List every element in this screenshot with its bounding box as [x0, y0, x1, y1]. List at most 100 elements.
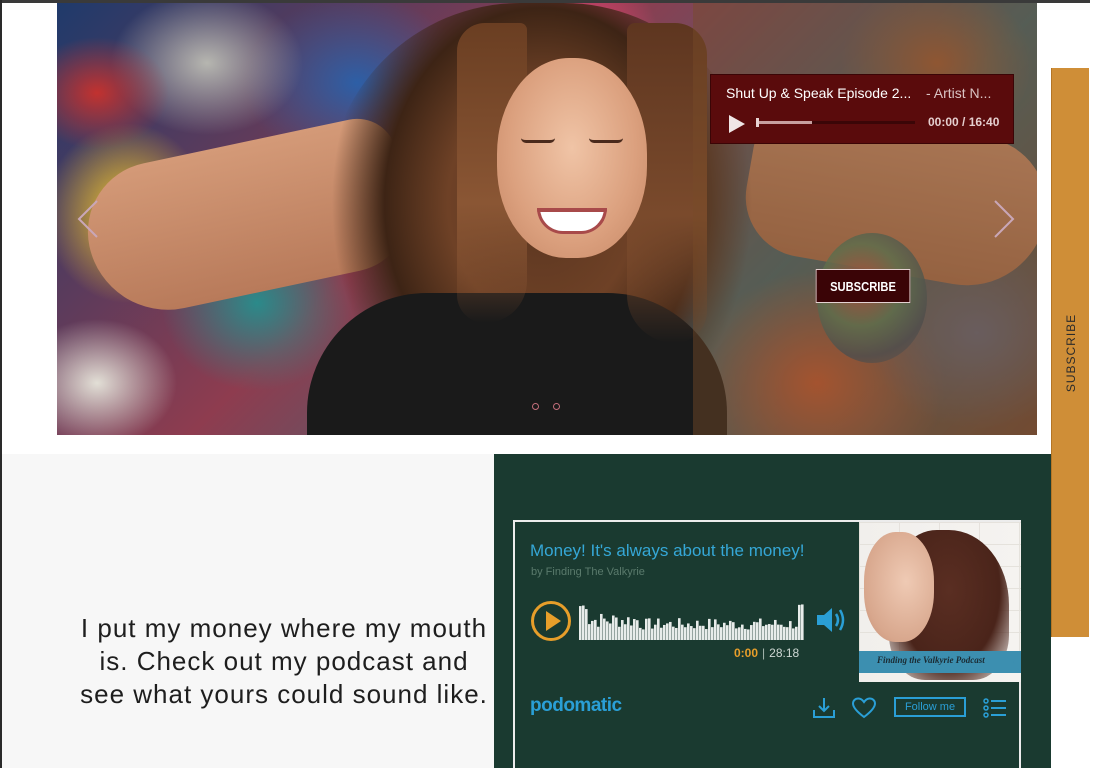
side-subscribe-tab[interactable]: SUBSCRIBE [1051, 68, 1089, 637]
waveform-bar [747, 629, 750, 640]
podcast-time: 0:00 | 28:18 [734, 646, 799, 660]
waveform-bar [657, 618, 660, 640]
waveform-bar [621, 620, 624, 640]
waveform-bar [699, 625, 702, 640]
waveform-bar [618, 626, 621, 640]
podomatic-logo[interactable]: podomatic [530, 695, 622, 717]
hero-photo-eye [589, 138, 623, 143]
waveform-bar [756, 622, 759, 640]
download-icon[interactable] [811, 695, 837, 721]
podcast-cover-image[interactable]: Finding the Valkyrie Podcast [859, 522, 1021, 682]
waveform-bar [672, 626, 675, 640]
waveform-bar [669, 621, 672, 640]
audio-play-icon[interactable] [727, 114, 747, 134]
waveform-bar [630, 625, 633, 640]
waveform-bar [795, 626, 798, 640]
quote-panel [2, 454, 494, 768]
waveform-bar [648, 618, 651, 640]
audio-track-artist: - Artist N... [926, 85, 992, 101]
hero-slider [57, 3, 1037, 435]
heart-icon[interactable] [851, 695, 877, 721]
carousel-next-arrow-icon[interactable] [991, 199, 1017, 239]
hero-subscribe-button[interactable]: SUBSCRIBE [815, 269, 911, 303]
waveform-bar [645, 618, 648, 640]
playlist-icon[interactable] [982, 695, 1008, 721]
waveform-bar [687, 623, 690, 640]
waveform-bar [627, 617, 630, 640]
waveform-bar [579, 606, 582, 640]
audio-progress-fill [757, 121, 813, 124]
waveform-bar [666, 623, 669, 640]
waveform-bar [720, 627, 723, 640]
waveform-bar [660, 627, 663, 640]
cover-banner-tail [1013, 651, 1021, 673]
waveform-bar [708, 618, 711, 640]
audio-progress-bar[interactable] [756, 118, 915, 127]
waveform-bar [639, 627, 642, 640]
waveform-bar [783, 626, 786, 640]
podcast-widget: Money! It's always about the money! by F… [513, 520, 1021, 768]
hero-overlay [693, 3, 1037, 435]
waveform-bar [696, 620, 699, 640]
waveform-bar [624, 624, 627, 640]
audio-player: Shut Up & Speak Episode 2... - Artist N.… [710, 74, 1014, 144]
page: Shut Up & Speak Episode 2... - Artist N.… [0, 0, 1095, 768]
hero-photo-face [497, 58, 647, 258]
waveform-bar [591, 620, 594, 640]
carousel-dot[interactable] [553, 403, 560, 410]
waveform-bar [774, 619, 777, 640]
waveform-bar [681, 624, 684, 640]
waveform-bar [777, 624, 780, 640]
waveform-bar [675, 627, 678, 640]
waveform-bar [684, 627, 687, 640]
podcast-episode-title[interactable]: Money! It's always about the money! [530, 541, 804, 561]
waveform-bar [606, 621, 609, 640]
waveform-bar [705, 629, 708, 640]
waveform-bar [690, 626, 693, 640]
waveform-bar [642, 629, 645, 640]
audio-progress-handle[interactable] [756, 118, 759, 127]
waveform-bar [633, 619, 636, 640]
cover-photo-face [864, 532, 934, 642]
waveform-bar [711, 627, 714, 640]
waveform-bar [723, 622, 726, 640]
side-subscribe-label: SUBSCRIBE [1063, 313, 1078, 393]
play-icon[interactable] [530, 600, 572, 642]
waveform-bar [801, 604, 804, 640]
waveform-bar [600, 613, 603, 640]
waveform[interactable] [579, 602, 805, 640]
carousel-dot[interactable] [532, 403, 539, 410]
hero-photo-eye [521, 138, 555, 143]
follow-button[interactable]: Follow me [894, 697, 966, 717]
cover-banner: Finding the Valkyrie Podcast [859, 651, 1021, 673]
podcast-time-separator: | [762, 646, 766, 660]
quote-text: I put my money where my mouth is. Check … [80, 613, 488, 709]
waveform-bar [654, 624, 657, 640]
podcast-byline[interactable]: by Finding The Valkyrie [531, 566, 645, 578]
waveform-bar [594, 619, 597, 640]
waveform-bar [702, 625, 705, 640]
waveform-bar [759, 618, 762, 640]
waveform-bar [765, 624, 768, 640]
carousel-prev-arrow-icon[interactable] [75, 199, 101, 239]
waveform-bar [651, 628, 654, 640]
waveform-bar [717, 624, 720, 640]
waveform-bar [726, 625, 729, 640]
waveform-bar [612, 615, 615, 640]
waveform-bar [771, 624, 774, 640]
podcast-duration: 28:18 [769, 646, 800, 660]
waveform-bar [789, 621, 792, 640]
waveform-bar [729, 620, 732, 640]
waveform-bar [615, 617, 618, 640]
waveform-bar [582, 605, 585, 640]
waveform-bar [744, 628, 747, 640]
waveform-bar [792, 628, 795, 640]
waveform-bar [678, 618, 681, 640]
waveform-bar [603, 618, 606, 640]
waveform-bar [798, 604, 801, 640]
volume-icon[interactable] [815, 605, 849, 635]
podcast-current-time: 0:00 [734, 646, 759, 660]
waveform-bar [750, 625, 753, 640]
waveform-bar [597, 626, 600, 640]
audio-track-title: Shut Up & Speak Episode 2... [726, 85, 912, 101]
